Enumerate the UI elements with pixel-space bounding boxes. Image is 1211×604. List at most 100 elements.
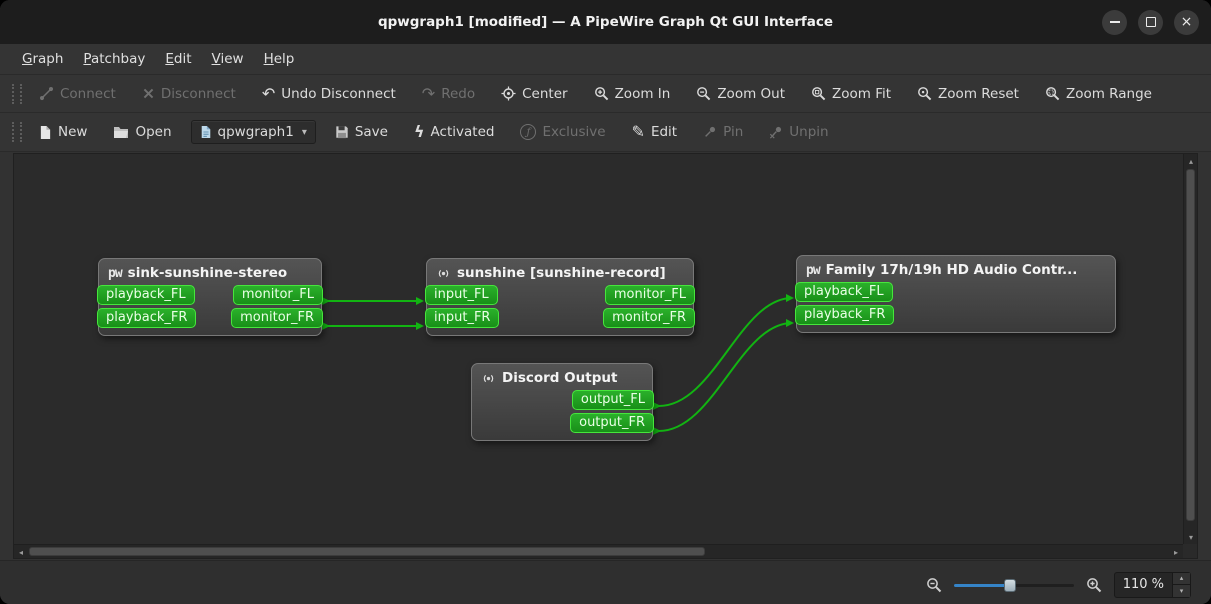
scroll-up-icon[interactable]: ▴ — [1184, 154, 1198, 168]
menu-help[interactable]: Help — [254, 44, 305, 74]
redo-label: Redo — [441, 85, 476, 102]
edit-button[interactable]: ✎ Edit — [625, 120, 685, 144]
scroll-right-icon[interactable]: ▸ — [1169, 545, 1183, 559]
connection-arrow — [653, 402, 661, 410]
minimize-button[interactable] — [1102, 9, 1127, 35]
pin-button[interactable]: Pin — [696, 120, 750, 144]
connection-arrow — [416, 297, 424, 305]
menu-graph[interactable]: Graph — [12, 44, 73, 74]
menu-view[interactable]: View — [202, 44, 254, 74]
save-button[interactable]: Save — [328, 120, 395, 144]
node-ports: output_FL output_FR — [472, 390, 654, 440]
node-header[interactable]: sunshine [sunshine-record] — [427, 259, 693, 285]
vertical-scrollbar-thumb[interactable] — [1186, 169, 1195, 521]
node-family-hd-audio[interactable]: pw Family 17h/19h HD Audio Contr... play… — [795, 255, 1116, 333]
port-monitor-fr[interactable]: monitor_FR — [231, 308, 323, 328]
menubar: Graph Patchbay Edit View Help — [0, 44, 1211, 75]
connection-output-fr-to-playback-fr[interactable] — [658, 322, 793, 432]
node-ports: playback_FL monitor_FL playback_FR monit… — [97, 285, 323, 335]
exclusive-button[interactable]: ƒ Exclusive — [513, 120, 612, 144]
activated-button[interactable]: ϟ Activated — [407, 120, 501, 144]
patchbay-toolbar: New Open qpwgraph1 ▾ Save ϟ Activated ƒ … — [0, 113, 1211, 152]
zoom-in-button[interactable]: Zoom In — [587, 82, 678, 106]
menu-patchbay[interactable]: Patchbay — [73, 44, 155, 74]
zoom-fit-button[interactable]: Zoom Fit — [804, 82, 898, 106]
activated-icon: ϟ — [413, 122, 425, 141]
maximize-button[interactable] — [1138, 9, 1163, 35]
zoom-fit-label: Zoom Fit — [832, 85, 892, 102]
node-title: sink-sunshine-stereo — [127, 265, 288, 281]
redo-button[interactable]: ↷ Redo — [415, 82, 482, 106]
canvas-frame: pw sink-sunshine-stereo playback_FL moni… — [13, 153, 1198, 559]
port-input-fl[interactable]: input_FL — [425, 285, 498, 305]
zoom-out-icon[interactable] — [926, 577, 942, 593]
open-label: Open — [135, 124, 172, 140]
connections-layer — [322, 294, 794, 435]
connection-arrow — [786, 294, 794, 302]
zoom-out-label: Zoom Out — [717, 85, 785, 102]
port-monitor-fr[interactable]: monitor_FR — [603, 308, 695, 328]
new-label: New — [58, 124, 88, 140]
menu-edit[interactable]: Edit — [155, 44, 201, 74]
disconnect-button[interactable]: Disconnect — [135, 82, 243, 106]
node-header[interactable]: pw sink-sunshine-stereo — [99, 259, 321, 285]
open-button[interactable]: Open — [106, 120, 178, 144]
zoom-spinbox[interactable]: 110 % ▴ ▾ — [1113, 571, 1191, 598]
exclusive-icon: ƒ — [520, 124, 537, 140]
port-playback-fr[interactable]: playback_FR — [97, 308, 197, 328]
zoom-reset-icon — [917, 86, 932, 101]
node-sunshine-record[interactable]: sunshine [sunshine-record] input_FL moni… — [425, 258, 695, 336]
toolbar-drag-handle[interactable] — [12, 83, 22, 104]
spin-up-button[interactable]: ▴ — [1173, 572, 1190, 584]
new-button[interactable]: New — [32, 120, 94, 144]
port-playback-fl[interactable]: playback_FL — [795, 282, 893, 302]
close-button[interactable]: × — [1174, 9, 1199, 35]
horizontal-scrollbar[interactable]: ◂ ▸ — [14, 544, 1183, 558]
spin-arrows: ▴ ▾ — [1172, 572, 1190, 597]
node-discord-output[interactable]: Discord Output output_FL output_FR — [471, 363, 654, 441]
graph-canvas[interactable]: pw sink-sunshine-stereo playback_FL moni… — [14, 154, 1183, 544]
zoom-out-button[interactable]: Zoom Out — [689, 82, 792, 106]
center-button[interactable]: Center — [494, 82, 574, 106]
undo-disconnect-button[interactable]: ↶ Undo Disconnect — [255, 82, 403, 106]
scroll-left-icon[interactable]: ◂ — [14, 545, 28, 559]
connect-button[interactable]: Connect — [32, 82, 123, 106]
zoom-slider-handle[interactable] — [1003, 578, 1016, 592]
toolbar-drag-handle[interactable] — [12, 122, 22, 142]
port-monitor-fl[interactable]: monitor_FL — [604, 285, 695, 305]
unpin-button[interactable]: Unpin — [762, 120, 835, 144]
node-sink-sunshine-stereo[interactable]: pw sink-sunshine-stereo playback_FL moni… — [97, 258, 323, 336]
connect-icon — [39, 86, 54, 101]
scroll-down-icon[interactable]: ▾ — [1184, 530, 1198, 544]
port-input-fr[interactable]: input_FR — [425, 308, 500, 328]
zoom-fit-icon — [811, 86, 826, 101]
connect-label: Connect — [60, 85, 116, 102]
node-ports: input_FL monitor_FL input_FR monitor_FR — [425, 285, 695, 335]
vertical-scrollbar[interactable]: ▴ ▾ — [1183, 154, 1197, 544]
port-output-fl[interactable]: output_FL — [571, 390, 654, 410]
port-playback-fr[interactable]: playback_FR — [795, 305, 895, 325]
node-header[interactable]: Discord Output — [472, 364, 652, 390]
patchbay-combo[interactable]: qpwgraph1 ▾ — [190, 120, 316, 144]
zoom-range-icon — [1045, 86, 1060, 101]
zoom-slider[interactable] — [953, 577, 1074, 593]
zoom-in-icon[interactable] — [1086, 577, 1102, 593]
spin-down-button[interactable]: ▾ — [1173, 584, 1190, 597]
zoom-range-label: Zoom Range — [1065, 85, 1152, 102]
graph-toolbar: Connect Disconnect ↶ Undo Disconnect ↷ R… — [0, 75, 1211, 113]
node-header[interactable]: pw Family 17h/19h HD Audio Contr... — [797, 256, 1115, 282]
zoom-reset-button[interactable]: Zoom Reset — [910, 82, 1026, 106]
port-playback-fl[interactable]: playback_FL — [97, 285, 195, 305]
edit-label: Edit — [650, 124, 678, 140]
unpin-label: Unpin — [789, 124, 829, 140]
port-output-fr[interactable]: output_FR — [570, 413, 654, 433]
zoom-range-button[interactable]: Zoom Range — [1038, 82, 1159, 106]
statusbar: 110 % ▴ ▾ — [0, 560, 1211, 604]
center-label: Center — [522, 85, 568, 102]
port-monitor-fl[interactable]: monitor_FL — [232, 285, 323, 305]
horizontal-scrollbar-thumb[interactable] — [29, 547, 705, 556]
titlebar[interactable]: qpwgraph1 [modified] — A PipeWire Graph … — [0, 0, 1211, 44]
connection-arrow — [322, 297, 330, 305]
zoom-value[interactable]: 110 % — [1115, 573, 1172, 597]
pipewire-icon: pw — [108, 265, 123, 281]
